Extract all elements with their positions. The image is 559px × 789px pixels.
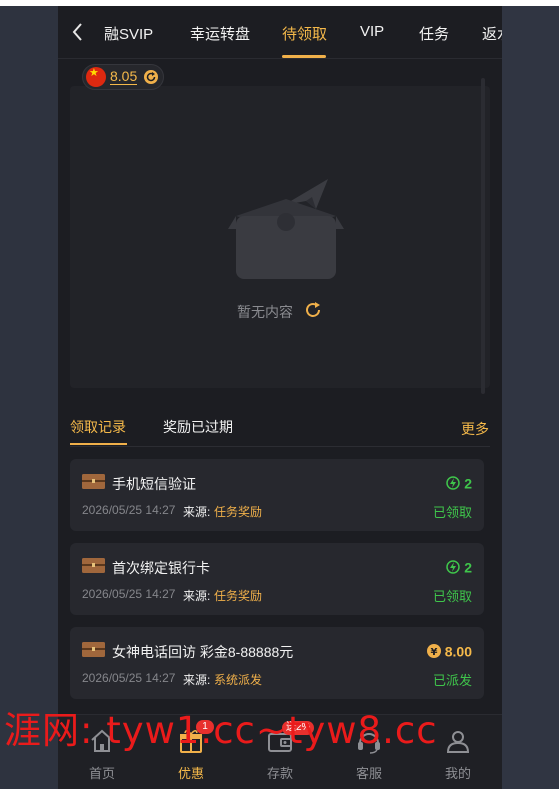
more-link[interactable]: 更多 [461, 419, 489, 439]
record-date: 2026/05/25 14:27 [82, 587, 176, 601]
tab-vip[interactable]: VIP [360, 23, 384, 40]
tab-pending[interactable]: 待领取 [282, 23, 327, 44]
lightning-icon [446, 560, 460, 575]
record-card[interactable]: 女神电话回访 彩金8-88888元 2026/05/25 14:27 来源: 系… [70, 627, 484, 699]
records-tab-indicator [70, 443, 127, 445]
tabs-divider [70, 446, 490, 447]
back-arrow-icon[interactable] [70, 21, 86, 43]
yen-coin-icon: ¥ [426, 644, 441, 659]
empty-text: 暂无内容 [237, 304, 293, 320]
left-backdrop [0, 6, 58, 789]
nav-profile-label: 我的 [444, 766, 471, 781]
balance-chip: ★ 8.05 [82, 64, 164, 90]
record-date: 2026/05/25 14:27 [82, 671, 176, 685]
record-title: 手机短信验证 [112, 476, 196, 492]
nav-deposit-label: 存款 [266, 766, 293, 781]
balance-value[interactable]: 8.05 [110, 68, 138, 85]
source-value: 任务奖励 [214, 505, 263, 519]
scrollbar[interactable] [481, 78, 485, 394]
treasure-chest-icon [82, 474, 105, 489]
record-title: 女神电话回访 彩金8-88888元 [112, 644, 294, 660]
tab-claim-records[interactable]: 领取记录 [70, 417, 126, 437]
app-frame: 融SVIP 幸运转盘 待领取 VIP 任务 返水 暂无内容 ★ 8.05 [58, 6, 502, 789]
treasure-chest-icon [82, 642, 105, 657]
source-value: 任务奖励 [214, 589, 263, 603]
balance-refresh-icon[interactable] [144, 70, 158, 84]
tab-rebate[interactable]: 返水 [482, 23, 502, 44]
reward-amount-value: 8.00 [444, 643, 472, 660]
svg-text:¥: ¥ [430, 647, 437, 658]
lightning-icon [446, 476, 460, 491]
nav-home-label: 首页 [88, 766, 115, 781]
reward-amount: ¥8.00 [426, 642, 472, 660]
status-badge: 已领取 [432, 589, 472, 604]
user-icon [446, 731, 470, 753]
nav-promotions-label: 优惠 [177, 766, 204, 781]
category-tabs: 融SVIP 幸运转盘 待领取 VIP 任务 返水 [58, 6, 502, 59]
empty-panel: 暂无内容 [70, 86, 490, 388]
active-tab-indicator [282, 55, 326, 58]
reward-amount: 2 [446, 474, 472, 492]
refresh-icon[interactable] [304, 301, 322, 319]
source-label: 来源: [183, 589, 211, 603]
china-flag-icon: ★ [86, 67, 106, 87]
record-date: 2026/05/25 14:27 [82, 503, 176, 517]
watermark: 涯网: tyw1.cc~tyw8.cc [4, 709, 438, 752]
record-card[interactable]: 首次绑定银行卡 2026/05/25 14:27 来源: 任务奖励 2 已领取 [70, 543, 484, 615]
empty-box-icon [228, 179, 344, 279]
record-card[interactable]: 手机短信验证 2026/05/25 14:27 来源: 任务奖励 2 已领取 [70, 459, 484, 531]
tab-tasks[interactable]: 任务 [419, 23, 449, 44]
tab-expired-rewards[interactable]: 奖励已过期 [163, 417, 233, 437]
tab-svip[interactable]: 融SVIP [104, 23, 153, 44]
status-badge: 已领取 [432, 505, 472, 520]
right-backdrop [502, 6, 559, 789]
tab-lucky-wheel[interactable]: 幸运转盘 [190, 23, 250, 44]
treasure-chest-icon [82, 558, 105, 573]
reward-amount: 2 [446, 558, 472, 576]
status-badge: 已派发 [432, 673, 472, 688]
source-value: 系统派发 [214, 673, 263, 687]
source-label: 来源: [183, 673, 211, 687]
reward-amount-value: 2 [464, 559, 472, 576]
source-label: 来源: [183, 505, 211, 519]
nav-support-label: 客服 [355, 766, 382, 781]
reward-amount-value: 2 [464, 475, 472, 492]
record-title: 首次绑定银行卡 [112, 560, 210, 576]
